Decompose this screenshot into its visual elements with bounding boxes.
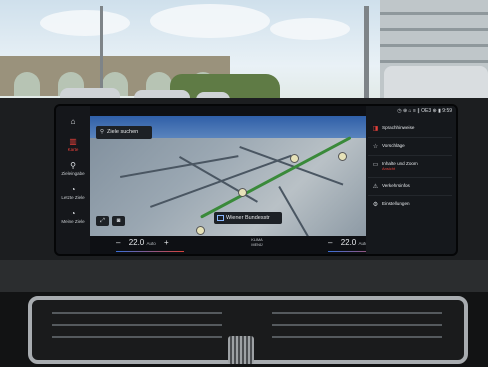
sidebar-item-recent[interactable]: ◔ Letzte Ziele bbox=[56, 185, 90, 201]
sidebar-item-label: Letzte Ziele bbox=[61, 195, 85, 200]
cloud bbox=[40, 10, 130, 36]
light-pole bbox=[100, 6, 103, 98]
cloud bbox=[270, 18, 350, 40]
search-destinations-button[interactable]: ⚲ Ziele suchen bbox=[96, 126, 152, 139]
sidebar-item-my-destinations[interactable]: ◔ Meine Ziele bbox=[56, 209, 90, 225]
panel-item-label: Inhalte und Zoom bbox=[382, 161, 418, 166]
temp-minus-button[interactable]: – bbox=[328, 238, 332, 247]
infotainment-display: ⌂ ▥ Karte ⚲ Zieleingabe ◔ Letzte Ziele ◔… bbox=[54, 104, 458, 256]
home-icon: ⌂ bbox=[70, 117, 76, 126]
panel-item-voice-guidance[interactable]: ◨ Sprachhinweise bbox=[368, 122, 452, 138]
climate-left: – 22.0 Auto + bbox=[116, 236, 186, 254]
climate-menu-label-2: MENÜ bbox=[251, 242, 263, 247]
map-mode-icon: ⤢ bbox=[100, 218, 105, 224]
sidebar-item-home[interactable]: ⌂ bbox=[56, 118, 90, 127]
building-stripe bbox=[380, 44, 488, 47]
map-poi[interactable] bbox=[196, 226, 205, 235]
street-icon bbox=[217, 214, 224, 221]
search-label: Ziele suchen bbox=[107, 129, 139, 135]
panel-item-suggestions[interactable]: ☆ Vorschläge bbox=[368, 140, 452, 156]
map-mode-button[interactable]: ⤢ bbox=[96, 216, 109, 226]
traffic-icon: ⚠ bbox=[372, 184, 379, 190]
vent-slat bbox=[272, 336, 442, 338]
zoom-icon: ▭ bbox=[372, 162, 379, 168]
camera-icon: ◙ bbox=[116, 218, 121, 224]
sidebar-item-map[interactable]: ▥ Karte bbox=[56, 137, 90, 153]
panel-item-label: Verkehrsinfos bbox=[382, 183, 410, 188]
temp-right-value: 22.0 bbox=[340, 238, 357, 247]
map-road bbox=[120, 155, 239, 178]
panel-item-zoom[interactable]: ▭ Inhalte und Zoom Ansicht bbox=[368, 158, 452, 178]
current-street-label: Wiener Bundesstr bbox=[214, 212, 282, 224]
climate-menu-button[interactable]: KLIMA MENÜ bbox=[242, 238, 272, 247]
search-icon: ⚲ bbox=[100, 129, 105, 135]
recent-destinations-icon: ◔ bbox=[70, 185, 76, 194]
settings-icon: ⚙ bbox=[372, 202, 379, 208]
vent-slat bbox=[272, 324, 442, 326]
vent-slat bbox=[272, 312, 442, 314]
temp-minus-button[interactable]: – bbox=[116, 238, 120, 247]
vent-slat bbox=[52, 336, 222, 338]
light-pole bbox=[364, 6, 369, 100]
panel-item-traffic[interactable]: ⚠ Verkehrsinfos bbox=[368, 180, 452, 196]
building-stripe bbox=[380, 12, 488, 15]
sidebar-item-label: Zieleingabe bbox=[61, 171, 85, 176]
nav-sidebar: ⌂ ▥ Karte ⚲ Zieleingabe ◔ Letzte Ziele ◔… bbox=[56, 106, 90, 254]
navigation-map[interactable]: ⚲ Ziele suchen Wiener Bundesstr ⤢ ◙ bbox=[90, 116, 366, 236]
sidebar-item-label: Karte bbox=[67, 147, 79, 152]
photo-scene: ⌂ ▥ Karte ⚲ Zieleingabe ◔ Letzte Ziele ◔… bbox=[0, 0, 488, 367]
sidebar-item-label: Meine Ziele bbox=[61, 219, 85, 224]
panel-item-sublabel: Ansicht bbox=[382, 166, 396, 172]
street-name: Wiener Bundesstr bbox=[226, 215, 270, 221]
my-destinations-icon: ◔ bbox=[70, 209, 76, 218]
temp-plus-button[interactable]: + bbox=[164, 238, 169, 247]
vent-slat bbox=[52, 324, 222, 326]
panel-item-label: Sprachhinweise bbox=[382, 125, 415, 130]
panel-item-settings[interactable]: ⚙ Einstellungen bbox=[368, 198, 452, 214]
vent-thumbwheel[interactable] bbox=[228, 336, 254, 364]
building-stripe bbox=[380, 28, 488, 31]
map-poi[interactable] bbox=[338, 152, 347, 161]
map-road bbox=[239, 146, 344, 186]
map-icon: ▥ bbox=[69, 137, 77, 146]
panel-item-label: Vorschläge bbox=[382, 143, 405, 148]
cloud bbox=[150, 4, 270, 38]
map-road bbox=[179, 156, 258, 203]
map-poi[interactable] bbox=[238, 188, 247, 197]
temp-bar bbox=[116, 250, 184, 252]
viaduct-arch bbox=[14, 72, 40, 96]
sidebar-item-destination[interactable]: ⚲ Zieleingabe bbox=[56, 161, 90, 177]
map-road bbox=[278, 186, 315, 236]
suggestions-icon: ☆ bbox=[372, 144, 379, 150]
temp-unit: Auto bbox=[146, 241, 156, 246]
vent-slat bbox=[52, 312, 222, 314]
map-options-panel: ◷ ⊕ ⌂ ≡ ∥ OE3 ⊕ ▮ 9:59 ◨ Sprachhinweise … bbox=[366, 106, 456, 254]
temp-left-value: 22.0 bbox=[128, 238, 145, 247]
map-poi[interactable] bbox=[290, 154, 299, 163]
camera-button[interactable]: ◙ bbox=[112, 216, 125, 226]
destination-icon: ⚲ bbox=[70, 161, 76, 170]
status-bar: ◷ ⊕ ⌂ ≡ ∥ OE3 ⊕ ▮ 9:59 bbox=[397, 108, 452, 114]
voice-guidance-icon: ◨ bbox=[372, 126, 379, 132]
panel-item-label: Einstellungen bbox=[382, 201, 410, 206]
building-stripe bbox=[380, 60, 488, 63]
climate-menu-label-1: KLIMA bbox=[251, 238, 263, 242]
